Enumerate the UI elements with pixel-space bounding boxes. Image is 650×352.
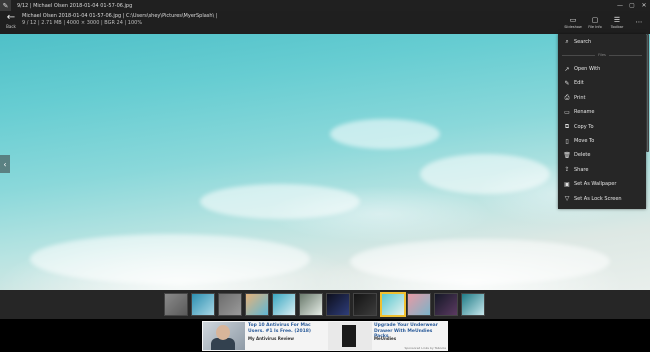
open-with-icon: ↗ xyxy=(564,65,570,73)
menu-item-copy-to[interactable]: ⧉ Copy To xyxy=(558,120,646,134)
thumbnail-item[interactable] xyxy=(164,293,188,316)
more-button[interactable]: ⋯ xyxy=(628,11,650,34)
photo-viewer-window: ✎ 9/12 | Michael Olsen 2018-01-04 01-57-… xyxy=(0,0,650,352)
thumbnail-item[interactable] xyxy=(434,293,458,316)
menu-item-label: Open With xyxy=(574,66,601,72)
toolbar-icon: ☰ xyxy=(613,16,621,24)
menu-item-label: Set As Lock Screen xyxy=(574,195,622,202)
divider-label: Files xyxy=(598,53,606,57)
viewer-header: ← Back Michael Olsen 2018-01-04 01-57-06… xyxy=(0,11,650,34)
rename-icon: ▭ xyxy=(564,108,570,116)
copy-to-icon: ⧉ xyxy=(564,122,570,130)
delete-icon: 🗑 xyxy=(563,151,571,159)
menu-item-set-as-lock-screen[interactable]: ▽ Set As Lock Screen xyxy=(558,192,646,206)
window-title: 9/12 | Michael Olsen 2018-01-04 01-57-06… xyxy=(17,2,133,9)
menu-item-label: Print xyxy=(574,94,586,101)
thumbnail-item[interactable] xyxy=(218,293,242,316)
thumbnail-item[interactable] xyxy=(380,292,406,317)
thumbnail-item[interactable] xyxy=(461,293,485,316)
set-as-wallpaper-icon: ▣ xyxy=(564,180,570,188)
maximize-button[interactable]: ▢ xyxy=(626,0,638,11)
ad-image-product[interactable] xyxy=(328,322,372,350)
scrollbar-thumb[interactable] xyxy=(646,34,649,152)
back-button[interactable]: ← Back xyxy=(3,12,19,33)
set-as-lock-screen-icon: ▽ xyxy=(564,195,570,203)
thumbnail-item[interactable] xyxy=(326,293,350,316)
menu-scrollbar[interactable] xyxy=(646,34,649,290)
menu-item-delete[interactable]: 🗑 Delete xyxy=(558,148,646,162)
ad-source-2: MeUndies xyxy=(374,336,397,341)
image-viewport[interactable]: ‹ xyxy=(0,34,650,290)
ad-image-person[interactable] xyxy=(203,322,245,350)
menu-item-label: Set As Wallpaper xyxy=(574,181,617,188)
menu-item-open-with[interactable]: ↗ Open With xyxy=(558,62,646,76)
slideshow-button[interactable]: ▭ Slideshow xyxy=(562,11,584,34)
menu-item-label: Rename xyxy=(574,109,595,116)
menu-item-label: Share xyxy=(574,166,589,173)
menu-item-edit[interactable]: ✎ Edit xyxy=(558,76,646,90)
more-icon: ⋯ xyxy=(635,18,643,26)
menu-item-label: Search xyxy=(574,39,592,45)
thumbnail-item[interactable] xyxy=(191,293,215,316)
menu-item-label: Edit xyxy=(574,80,584,87)
menu-item-print[interactable]: ⎙ Print xyxy=(558,91,646,105)
thumbnail-item[interactable] xyxy=(353,293,377,316)
menu-item-label: Copy To xyxy=(574,123,594,130)
print-icon: ⎙ xyxy=(564,93,570,101)
file-meta-text: 9 / 12 | 2.71 MB | 4000 × 3000 | BGR 24 … xyxy=(22,20,143,26)
context-menu: ⌕ Search Files ↗ Open With ✎ Edit ⎙ Print ▭ Ren… xyxy=(558,34,646,209)
menu-item-label: Move To xyxy=(574,138,595,144)
ad-source-1: My Antivirus Review xyxy=(248,336,294,341)
file-info-label: File Info xyxy=(588,25,602,29)
foam-shape xyxy=(330,119,440,149)
toolbar-button[interactable]: ☰ Toolbar xyxy=(606,11,628,34)
menu-item-set-as-wallpaper[interactable]: ▣ Set As Wallpaper xyxy=(558,177,646,191)
toolbar-label: Toolbar xyxy=(610,25,624,29)
app-icon: ✎ xyxy=(0,0,11,11)
back-label: Back xyxy=(6,24,16,29)
foam-shape xyxy=(350,239,610,284)
file-path-text: Michael Olsen 2018-01-04 01-57-06.jpg | … xyxy=(22,13,218,19)
menu-divider: Files xyxy=(562,52,642,58)
minimize-button[interactable]: — xyxy=(614,0,626,11)
thumbnail-item[interactable] xyxy=(299,293,323,316)
ad-bar: Top 10 Antivirus For Mac Users. #1 Is Fr… xyxy=(0,319,650,352)
foam-shape xyxy=(200,184,360,219)
file-info-button[interactable]: ▢ File Info xyxy=(584,11,606,34)
ad-footer: Sponsored Links by Taboola xyxy=(404,346,446,350)
menu-item-move-to[interactable]: ▯ Move To xyxy=(558,134,646,148)
close-button[interactable]: ✕ xyxy=(638,0,650,11)
foam-shape xyxy=(420,154,550,194)
back-arrow-icon: ← xyxy=(6,12,16,23)
slideshow-icon: ▭ xyxy=(569,16,577,24)
thumbnail-item[interactable] xyxy=(245,293,269,316)
menu-item-search[interactable]: ⌕ Search xyxy=(558,35,646,49)
share-icon: ⇪ xyxy=(564,166,570,174)
title-bar: ✎ 9/12 | Michael Olsen 2018-01-04 01-57-… xyxy=(0,0,650,11)
move-to-icon: ▯ xyxy=(565,137,569,145)
thumbnail-item[interactable] xyxy=(272,293,296,316)
menu-item-label: Delete xyxy=(574,152,591,159)
edit-icon: ✎ xyxy=(564,79,570,87)
menu-item-rename[interactable]: ▭ Rename xyxy=(558,105,646,119)
toolbar: ▭ Slideshow ▢ File Info ☰ Toolbar ⋯ xyxy=(562,11,650,34)
previous-image-button[interactable]: ‹ xyxy=(0,155,10,173)
info-icon: ▢ xyxy=(591,16,599,24)
menu-item-share[interactable]: ⇪ Share xyxy=(558,163,646,177)
foam-shape xyxy=(30,234,310,284)
slideshow-label: Slideshow xyxy=(564,25,582,29)
ad-headline-1[interactable]: Top 10 Antivirus For Mac Users. #1 Is Fr… xyxy=(248,323,328,334)
window-controls: — ▢ ✕ xyxy=(614,0,650,11)
search-icon: ⌕ xyxy=(565,38,569,45)
thumbnail-item[interactable] xyxy=(407,293,431,316)
ad-banner[interactable]: Top 10 Antivirus For Mac Users. #1 Is Fr… xyxy=(202,321,448,351)
thumbnail-strip xyxy=(0,290,650,319)
